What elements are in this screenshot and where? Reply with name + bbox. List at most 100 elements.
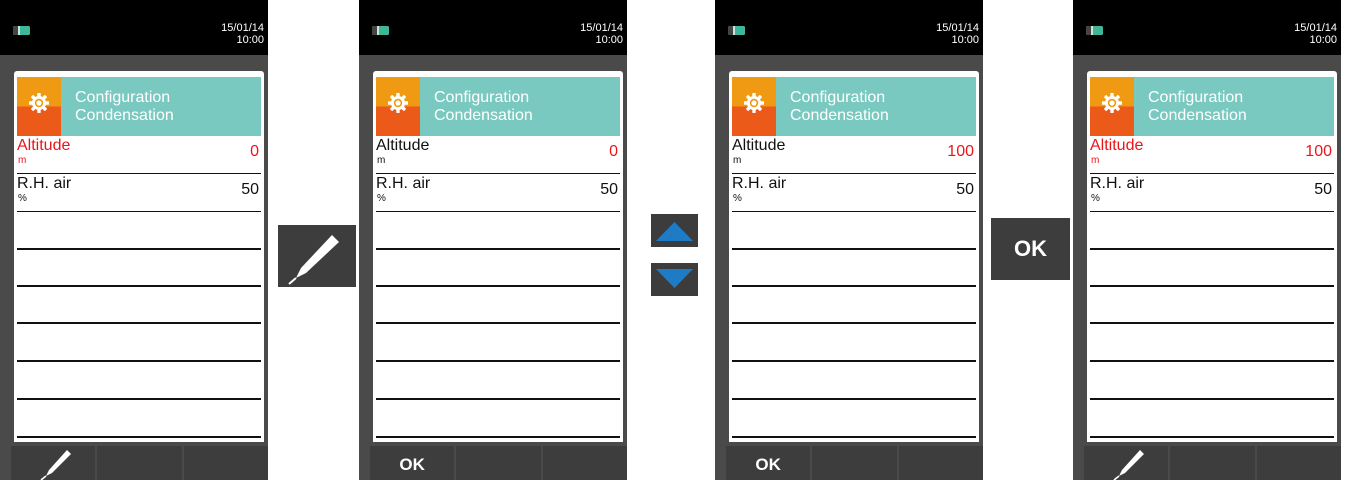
softkey-bar: OK (370, 446, 627, 480)
arrow-up-button[interactable] (651, 214, 698, 247)
divider (17, 436, 261, 438)
divider (376, 436, 620, 438)
divider (732, 436, 976, 438)
rh-air-unit: % (377, 193, 386, 204)
rh-air-unit: % (18, 193, 27, 204)
status-bar: 15/01/14 10:00 (715, 0, 983, 55)
menu-title: Configuration (434, 89, 530, 106)
softkey-2[interactable] (1170, 446, 1255, 480)
divider (732, 248, 976, 250)
softkey-ok-label: OK (755, 455, 781, 474)
rh-air-value: 50 (241, 181, 259, 198)
divider (376, 398, 620, 400)
battery-icon (1086, 26, 1103, 35)
date-label: 15/01/14 (580, 22, 623, 34)
softkey-edit[interactable] (11, 446, 96, 480)
divider (376, 285, 620, 287)
date-label: 15/01/14 (1294, 22, 1337, 34)
menu-subtitle: Condensation (75, 107, 174, 124)
gear-icon (744, 93, 764, 113)
gear-icon (388, 93, 408, 113)
settings-icon-tile (17, 77, 61, 136)
arrow-up-icon (656, 222, 693, 241)
rh-air-unit: % (1091, 193, 1100, 204)
softkey-ok[interactable]: OK (726, 446, 811, 480)
screen-content: Configuration Condensation Altitude m 10… (1087, 71, 1337, 442)
status-bar: 15/01/14 10:00 (1073, 0, 1341, 55)
divider (376, 248, 620, 250)
softkey-2[interactable] (812, 446, 897, 480)
softkey-bar (11, 446, 268, 480)
altitude-row[interactable]: Altitude m 0 (376, 136, 620, 174)
pen-icon (288, 235, 339, 285)
rh-air-value: 50 (600, 181, 618, 198)
altitude-unit: m (377, 155, 386, 166)
rh-air-value: 50 (956, 181, 974, 198)
time-label: 10:00 (595, 34, 623, 46)
arrow-down-icon (656, 269, 693, 288)
time-label: 10:00 (951, 34, 979, 46)
menu-title: Configuration (75, 89, 171, 106)
softkey-3[interactable] (1256, 446, 1341, 480)
softkey-bar: OK (726, 446, 983, 480)
softkey-3[interactable] (183, 446, 268, 480)
pen-icon (1113, 450, 1144, 480)
menu-header: Configuration Condensation (732, 77, 976, 136)
battery-icon (13, 26, 30, 35)
time-label: 10:00 (1309, 34, 1337, 46)
divider (376, 360, 620, 362)
gear-icon (29, 93, 49, 113)
divider (17, 248, 261, 250)
altitude-label: Altitude (376, 137, 430, 154)
rh-air-label: R.H. air (17, 175, 72, 192)
altitude-unit: m (18, 155, 27, 166)
rh-air-unit: % (733, 193, 742, 204)
divider (17, 285, 261, 287)
divider (1090, 322, 1334, 324)
divider (1090, 398, 1334, 400)
screen-content: Configuration Condensation Altitude m 0 … (14, 71, 264, 442)
arrow-down-button[interactable] (651, 263, 698, 296)
divider (376, 322, 620, 324)
battery-icon (728, 26, 745, 35)
divider (732, 360, 976, 362)
rh-air-label: R.H. air (376, 175, 431, 192)
divider (1090, 285, 1334, 287)
softkey-2[interactable] (456, 446, 541, 480)
edit-step-button[interactable] (278, 225, 356, 287)
divider (1090, 436, 1334, 438)
altitude-label: Altitude (17, 137, 71, 154)
date-label: 15/01/14 (936, 22, 979, 34)
altitude-value: 0 (250, 143, 259, 160)
divider (17, 398, 261, 400)
pen-icon (40, 450, 71, 480)
settings-icon-tile (1090, 77, 1134, 136)
softkey-3[interactable] (542, 446, 627, 480)
altitude-unit: m (733, 155, 742, 166)
softkey-2[interactable] (97, 446, 182, 480)
device-screen-4: 15/01/14 10:00 Configuration Condensatio… (1073, 0, 1341, 480)
rh-air-value: 50 (1314, 181, 1332, 198)
divider (1090, 248, 1334, 250)
status-bar: 15/01/14 10:00 (0, 0, 268, 55)
menu-header: Configuration Condensation (17, 77, 261, 136)
altitude-value: 0 (609, 143, 618, 160)
settings-icon-tile (376, 77, 420, 136)
softkey-ok[interactable]: OK (370, 446, 455, 480)
rh-air-row[interactable]: R.H. air % 50 (732, 174, 976, 212)
altitude-value: 100 (947, 143, 974, 160)
rh-air-row[interactable]: R.H. air % 50 (1090, 174, 1334, 212)
softkey-edit[interactable] (1084, 446, 1169, 480)
divider (732, 285, 976, 287)
altitude-row[interactable]: Altitude m 100 (732, 136, 976, 174)
altitude-row[interactable]: Altitude m 0 (17, 136, 261, 174)
altitude-value: 100 (1305, 143, 1332, 160)
rh-air-row[interactable]: R.H. air % 50 (17, 174, 261, 212)
rh-air-row[interactable]: R.H. air % 50 (376, 174, 620, 212)
ok-step-button[interactable]: OK (991, 218, 1070, 280)
menu-header: Configuration Condensation (376, 77, 620, 136)
altitude-row[interactable]: Altitude m 100 (1090, 136, 1334, 174)
date-label: 15/01/14 (221, 22, 264, 34)
softkey-3[interactable] (898, 446, 983, 480)
menu-subtitle: Condensation (1148, 107, 1247, 124)
